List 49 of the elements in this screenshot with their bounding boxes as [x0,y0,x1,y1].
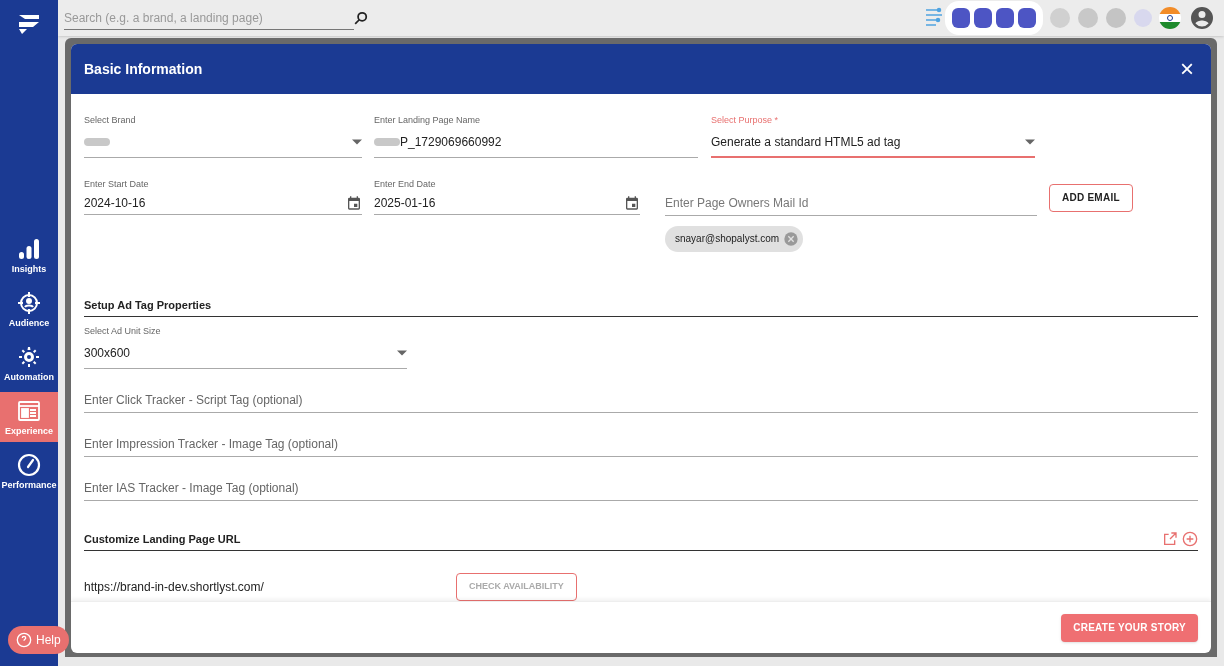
close-button[interactable]: × [1180,57,1194,81]
dropdown-caret-icon [1025,138,1035,145]
date-field[interactable]: 2024-10-16 [84,191,362,215]
dialog-title: Basic Information [84,59,203,79]
india-flag-icon [1158,6,1182,30]
field-label: Enter Landing Page Name [374,114,482,127]
search-icon [354,11,368,25]
external-link-icon[interactable] [1162,530,1178,547]
add-email-button[interactable]: ADD EMAIL [1049,183,1133,212]
text-field[interactable]: P_1729069660992 [374,127,698,158]
bar-chart-icon [17,236,41,261]
dropdown-caret-icon [352,139,362,145]
field-value: P_1729069660992 [400,134,502,151]
field-label: Select Brand [84,114,137,127]
field-label: Select Ad Unit Size [84,325,162,338]
add-icon[interactable] [1182,530,1198,547]
field-label: Select Purpose * [711,114,780,127]
select-field[interactable]: 300x600 [84,338,407,369]
sidebar-item[interactable]: Audience [0,284,58,334]
select-field[interactable]: Generate a standard HTML5 ad tag [711,127,1035,158]
web-page-icon [17,398,41,423]
calendar-icon [624,194,640,211]
email-chip: snayar@shopalyst.com [665,225,804,252]
sidebar-item[interactable]: Performance [0,446,58,496]
help-icon [16,632,32,648]
sidebar-item[interactable]: Automation [0,338,58,388]
section-heading: Setup Ad Tag Properties [84,296,1198,317]
remove-icon[interactable] [783,230,800,247]
field-value: Generate a standard HTML5 ad tag [711,133,901,151]
sidebar-item[interactable]: Insights [0,230,58,280]
url-prefix: https://brand-in-dev.shortlyst.com/ [84,579,265,596]
dropdown-caret-icon [397,350,407,356]
logo-icon [17,12,41,36]
tracker-field[interactable]: Enter Impression Tracker - Image Tag (optional) [84,432,1198,457]
tracker-field[interactable]: Enter Click Tracker - Script Tag (optional) [84,388,1198,413]
calendar-icon [346,194,362,211]
date-field[interactable]: 2025-01-16 [374,191,640,215]
section-heading: Customize Landing Page URL [84,531,241,547]
email-field[interactable]: Enter Page Owners Mail Id [665,191,1037,216]
gear-icon [17,344,41,369]
search-field[interactable]: Search (e.g. a brand, a landing page) [64,6,354,30]
blurred-text-drawing [374,136,400,148]
target-icon [17,290,41,315]
field-label: Enter End Date [374,177,437,191]
blurred-text-drawing [84,136,110,148]
gauge-icon [17,452,41,477]
tracker-field[interactable]: Enter IAS Tracker - Image Tag (optional) [84,476,1198,501]
field-label: Enter Start Date [84,177,150,191]
user-avatar-icon [1190,6,1214,30]
